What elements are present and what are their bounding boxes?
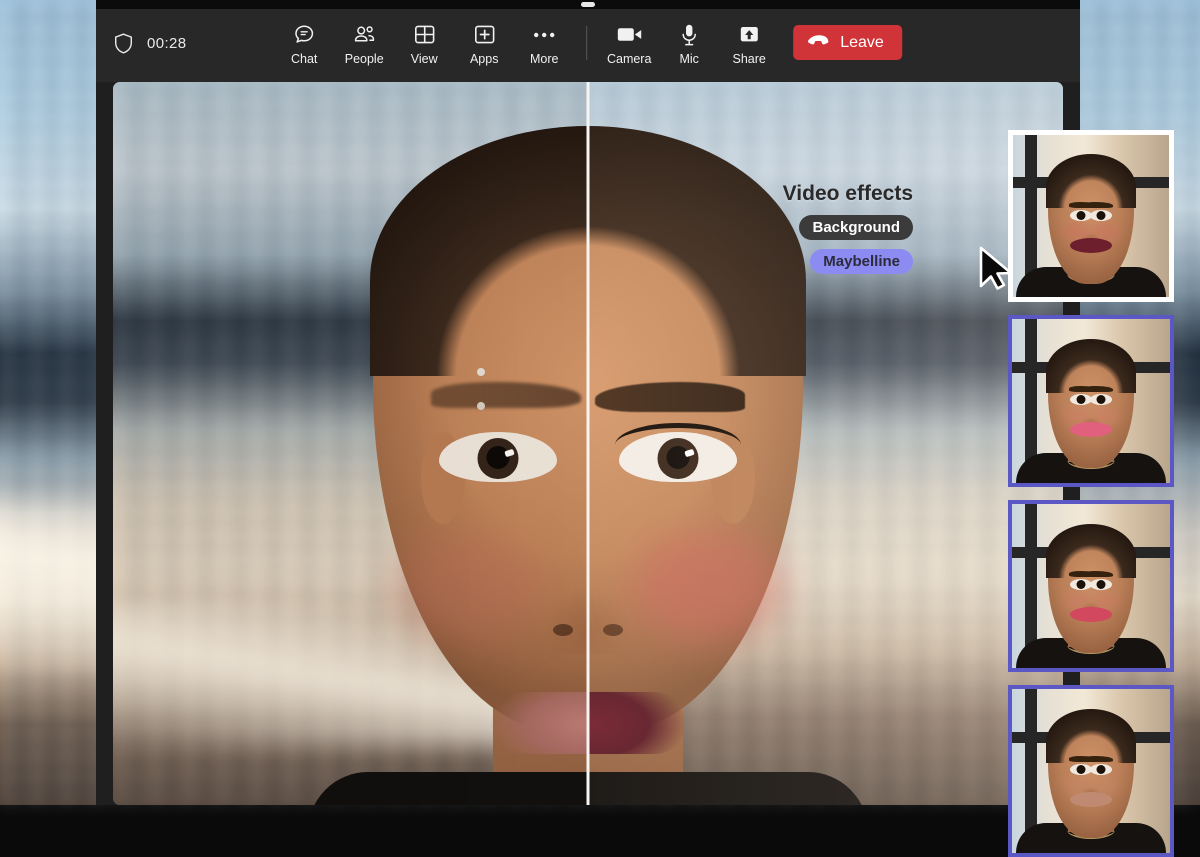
toolbar-label-camera: Camera — [607, 52, 651, 66]
effect-thumbnail-look-2[interactable] — [1008, 315, 1174, 487]
toolbar-label-more: More — [530, 52, 558, 66]
meeting-timer: 00:28 — [147, 35, 187, 52]
effect-thumbnail-look-3[interactable] — [1008, 500, 1174, 672]
people-icon — [352, 22, 377, 47]
page-title: Video effects — [783, 182, 913, 206]
effect-thumbnail-look-4[interactable] — [1008, 685, 1174, 857]
toolbar-label-apps: Apps — [470, 52, 499, 66]
leave-button-label: Leave — [840, 34, 884, 52]
titlebar-indicator — [581, 2, 595, 7]
toolbar-label-people: People — [345, 52, 384, 66]
teams-meeting-window: 00:28 Chat — [96, 0, 1080, 805]
toolbar-divider — [586, 26, 587, 60]
toolbar-item-view[interactable]: View — [394, 18, 454, 66]
hangup-phone-icon — [807, 34, 831, 52]
toolbar-item-mic[interactable]: Mic — [659, 18, 719, 66]
toolbar-item-chat[interactable]: Chat — [274, 18, 334, 66]
more-ellipsis-icon — [532, 22, 556, 47]
toolbar-item-people[interactable]: People — [334, 18, 394, 66]
effects-thumbnail-strip — [1008, 130, 1174, 857]
toolbar-center-group: Chat People — [274, 18, 902, 66]
toolbar-label-view: View — [411, 52, 438, 66]
toolbar-item-share[interactable]: Share — [719, 18, 779, 66]
leave-button[interactable]: Leave — [793, 25, 902, 60]
camera-icon — [616, 22, 643, 47]
microphone-icon — [680, 22, 698, 47]
meeting-toolbar: 00:28 Chat — [96, 9, 1080, 82]
toolbar-item-more[interactable]: More — [514, 18, 574, 66]
window-titlebar[interactable] — [96, 0, 1080, 9]
video-effects-panel: Video effects Background Maybelline — [783, 182, 913, 274]
toolbar-label-chat: Chat — [291, 52, 317, 66]
plus-square-icon — [473, 22, 496, 47]
toolbar-item-apps[interactable]: Apps — [454, 18, 514, 66]
effect-chip-background[interactable]: Background — [799, 215, 913, 240]
toolbar-label-mic: Mic — [679, 52, 698, 66]
toolbar-item-camera[interactable]: Camera — [599, 18, 659, 66]
effect-chip-maybelline[interactable]: Maybelline — [810, 249, 913, 274]
effect-thumbnail-look-1[interactable] — [1008, 130, 1174, 302]
grid-view-icon — [413, 22, 436, 47]
video-feed-stage[interactable]: Video effects Background Maybelline — [113, 82, 1063, 805]
mouse-arrow-cursor — [978, 246, 1018, 295]
video-before-half — [113, 82, 588, 805]
before-after-split-divider[interactable] — [587, 82, 590, 805]
share-up-arrow-icon — [738, 22, 760, 47]
shield-icon — [114, 33, 133, 54]
toolbar-label-share: Share — [733, 52, 766, 66]
toolbar-left-group: 00:28 — [114, 33, 187, 54]
chat-icon — [292, 22, 316, 47]
